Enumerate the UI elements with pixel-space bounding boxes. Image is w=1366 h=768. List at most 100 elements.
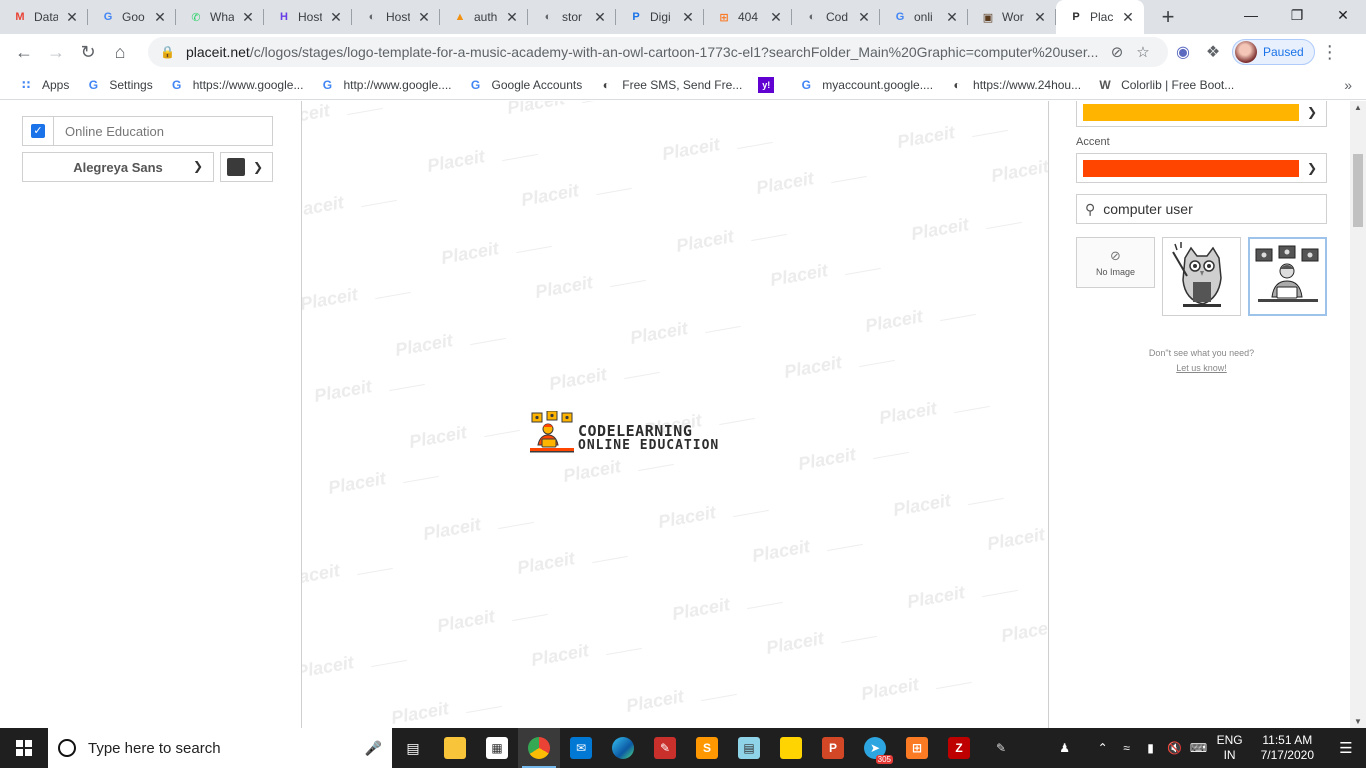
taskbar-sticky-notes[interactable] (770, 728, 812, 768)
address-bar[interactable]: 🔒 placeit.net/c/logos/stages/logo-templa… (148, 37, 1168, 67)
menu-icon[interactable]: ⋮ (1315, 42, 1345, 63)
close-icon[interactable]: ✕ (768, 9, 784, 26)
battery-icon[interactable]: ▮ (1139, 741, 1163, 755)
bookmark-6[interactable]: y! (750, 76, 790, 93)
page-scrollbar[interactable]: ▲ ▼ (1350, 101, 1366, 728)
computer-user-graphic-option[interactable] (1248, 237, 1327, 316)
extension-icon[interactable]: ◉ (1168, 37, 1198, 67)
taskbar-filezilla[interactable]: Z (938, 728, 980, 768)
close-icon[interactable]: ✕ (944, 9, 960, 26)
taskbar-notepad[interactable]: ▤ (728, 728, 770, 768)
taskbar-telegram[interactable]: ➤ 305 (854, 728, 896, 768)
close-icon[interactable]: ✕ (328, 9, 344, 26)
tab-2[interactable]: ✆ Wha ✕ (176, 0, 264, 34)
tab-10[interactable]: Gonli ✕ (880, 0, 968, 34)
text-visibility-checkbox[interactable]: ✓ (23, 117, 54, 145)
scroll-up-icon[interactable]: ▲ (1354, 103, 1362, 112)
tab-6[interactable]: ◐ stor ✕ (528, 0, 616, 34)
placeit-watermark: Placeit (674, 226, 736, 256)
no-image-option[interactable]: ⊘ No Image (1076, 237, 1155, 288)
bookmark-0[interactable]: ∷ Apps (10, 77, 77, 93)
bookmark-3[interactable]: Ghttp://www.google.... (311, 77, 459, 93)
close-icon[interactable]: ✕ (504, 9, 520, 26)
reload-button[interactable]: ↻ (72, 36, 104, 68)
volume-muted-icon[interactable]: 🔇 (1163, 741, 1187, 755)
wifi-icon[interactable]: ≈ (1115, 741, 1139, 755)
bookmark-5[interactable]: ◐ Free SMS, Send Fre... (590, 77, 750, 93)
taskbar-pen[interactable]: ✎ (980, 728, 1022, 768)
text-field[interactable]: Online Education (54, 124, 272, 139)
tab-9[interactable]: ◐ Cod ✕ (792, 0, 880, 34)
taskbar-chrome[interactable] (518, 728, 560, 768)
tab-1[interactable]: G Goo ✕ (88, 0, 176, 34)
people-icon[interactable]: ♟ (1053, 741, 1077, 755)
scrollbar-thumb[interactable] (1353, 154, 1363, 227)
microphone-icon[interactable]: 🎤 (365, 740, 382, 757)
back-button[interactable]: ← (8, 36, 40, 68)
text-color-select[interactable]: ❯ (220, 152, 273, 182)
windows-logo-icon (16, 740, 32, 756)
tab-0[interactable]: M Data ✕ (0, 0, 88, 34)
primary-color-select[interactable]: ❯ (1076, 101, 1327, 127)
new-tab-button[interactable]: + (1152, 1, 1184, 33)
chevron-up-icon[interactable]: ⌃ (1091, 741, 1115, 755)
taskbar-photo-app[interactable]: ✎ (644, 728, 686, 768)
bookmark-1[interactable]: G Settings (77, 77, 160, 93)
taskbar-store[interactable]: ▦ (476, 728, 518, 768)
let-us-know-link[interactable]: Let us know! (1076, 361, 1327, 376)
close-window-button[interactable]: ✕ (1320, 0, 1366, 30)
maximize-button[interactable]: ❐ (1274, 0, 1320, 30)
tab-5[interactable]: ▲ auth ✕ (440, 0, 528, 34)
globe-icon: ◐ (544, 11, 552, 23)
tab-7[interactable]: P Digi ✕ (616, 0, 704, 34)
bookmark-9[interactable]: W Colorlib | Free Boot... (1089, 77, 1242, 93)
eye-off-icon: ⊘ (1110, 248, 1121, 263)
logo-preview[interactable]: CODELEARNING ONLINE EDUCATION (528, 411, 754, 457)
close-icon[interactable]: ✕ (240, 9, 256, 26)
tab-12[interactable]: P Plac ✕ (1056, 0, 1144, 34)
font-select[interactable]: Alegreya Sans ❯ (22, 152, 214, 182)
bookmark-2[interactable]: Ghttps://www.google... (161, 77, 312, 93)
tab-4[interactable]: ◐ Host ✕ (352, 0, 440, 34)
minimize-button[interactable]: — (1228, 0, 1274, 30)
bookmark-4[interactable]: G Google Accounts (460, 77, 591, 93)
clock[interactable]: 11:51 AM 7/17/2020 (1249, 733, 1326, 763)
close-icon[interactable]: ✕ (416, 9, 432, 26)
keyboard-icon[interactable]: ⌨ (1187, 741, 1211, 755)
bookmarks-overflow-icon[interactable]: » (1344, 77, 1352, 93)
start-button[interactable] (0, 728, 48, 768)
tab-11[interactable]: ▣ Wor ✕ (968, 0, 1056, 34)
taskbar-sublime[interactable]: S (686, 728, 728, 768)
bookmark-8[interactable]: ◐ https://www.24hou... (941, 77, 1089, 93)
url-text[interactable]: placeit.net/c/logos/stages/logo-template… (186, 44, 1104, 60)
star-icon[interactable]: ☆ (1130, 43, 1156, 61)
close-icon[interactable]: ✕ (680, 9, 696, 26)
close-icon[interactable]: ✕ (1032, 9, 1048, 26)
language-indicator[interactable]: ENG IN (1211, 733, 1249, 763)
taskbar-search[interactable]: Type here to search 🎤 (48, 728, 392, 768)
close-icon[interactable]: ✕ (1120, 9, 1136, 26)
taskbar-file-explorer[interactable] (434, 728, 476, 768)
graphic-search-input[interactable]: ⚲ computer user (1076, 194, 1327, 224)
taskbar-edge[interactable] (602, 728, 644, 768)
notification-icon[interactable]: ☰ (1326, 728, 1366, 768)
close-icon[interactable]: ✕ (152, 9, 168, 26)
close-icon[interactable]: ✕ (856, 9, 872, 26)
taskbar-xampp[interactable]: ⊞ (896, 728, 938, 768)
owl-graphic-option[interactable] (1162, 237, 1241, 316)
tab-8[interactable]: ⊞ 404 ✕ (704, 0, 792, 34)
accent-color-select[interactable]: ❯ (1076, 153, 1327, 183)
task-view-button[interactable]: ▤ (392, 728, 434, 768)
taskbar-mail[interactable]: ✉ (560, 728, 602, 768)
taskbar-powerpoint[interactable]: P (812, 728, 854, 768)
tab-3[interactable]: H Host ✕ (264, 0, 352, 34)
puzzle-icon[interactable]: ❖ (1198, 37, 1228, 67)
bookmark-7[interactable]: Gmyaccount.google.... (790, 77, 941, 93)
close-icon[interactable]: ✕ (64, 9, 80, 26)
eye-off-icon[interactable]: ⊘ (1104, 43, 1130, 61)
profile-button[interactable]: Paused (1232, 39, 1315, 65)
home-button[interactable]: ⌂ (104, 36, 136, 68)
close-icon[interactable]: ✕ (592, 9, 608, 26)
scroll-down-icon[interactable]: ▼ (1354, 717, 1362, 726)
forward-button[interactable]: → (40, 36, 72, 68)
